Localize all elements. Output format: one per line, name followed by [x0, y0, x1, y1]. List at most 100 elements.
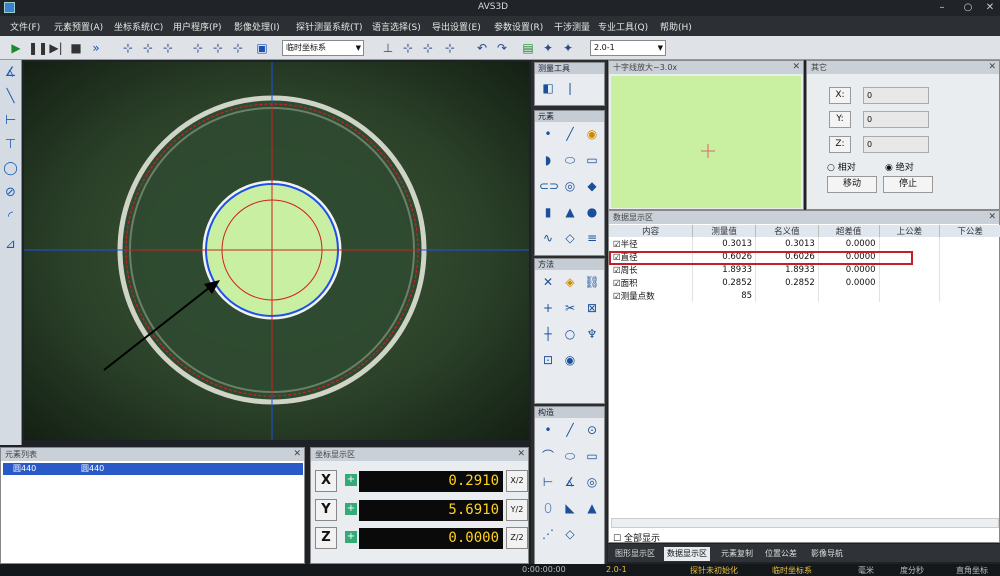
- menu-coord-system[interactable]: 坐标系统(C): [114, 20, 163, 33]
- coord-tool-icon-3[interactable]: ⊹: [160, 40, 176, 56]
- save-icon[interactable]: ▣: [254, 40, 270, 56]
- pause-icon[interactable]: ❚❚: [28, 40, 48, 56]
- align-icon-2[interactable]: ⊹: [400, 40, 416, 56]
- cross-point-icon[interactable]: ┼: [539, 325, 557, 343]
- cone-icon[interactable]: ▲: [561, 203, 579, 221]
- menu-export[interactable]: 导出设置(E): [432, 20, 481, 33]
- menu-user-program[interactable]: 用户程序(P): [173, 20, 221, 33]
- camera-viewport[interactable]: [24, 62, 529, 440]
- point-method-icon[interactable]: +: [539, 299, 557, 317]
- construct-ring-icon[interactable]: ◎: [583, 473, 601, 491]
- menu-probe-system[interactable]: 探针测量系统(T): [296, 20, 363, 33]
- image-tool-icon-2[interactable]: ✦: [560, 40, 576, 56]
- circle-icon[interactable]: ◉: [583, 125, 601, 143]
- close-icon[interactable]: ✕: [988, 211, 996, 224]
- construct-point-icon[interactable]: •: [539, 421, 557, 439]
- distance-icon[interactable]: ≡: [583, 229, 601, 247]
- coord-tool-icon-1[interactable]: ⊹: [120, 40, 136, 56]
- align-icon-1[interactable]: ⊥: [380, 40, 396, 56]
- maximize-icon[interactable]: ○: [960, 1, 976, 14]
- coord-tool-icon-2[interactable]: ⊹: [140, 40, 156, 56]
- close-icon[interactable]: ✕: [517, 448, 525, 461]
- z-input[interactable]: 0: [863, 136, 929, 153]
- relative-radio[interactable]: ○ 相对: [827, 160, 856, 173]
- target-icon[interactable]: ◉: [561, 351, 579, 369]
- x-axis-button[interactable]: X: [315, 470, 337, 492]
- construct-ellipse-icon[interactable]: ⬭: [561, 447, 579, 465]
- menu-interference[interactable]: 干涉测量: [554, 20, 590, 33]
- ring-icon[interactable]: ◎: [561, 177, 579, 195]
- coord-tool-icon-5[interactable]: ⊹: [210, 40, 226, 56]
- polygon-icon[interactable]: ◆: [583, 177, 601, 195]
- point-icon[interactable]: •: [539, 125, 557, 143]
- tab-graphics[interactable]: 图形显示区: [612, 547, 658, 561]
- tab-position-tolerance[interactable]: 位置公差: [762, 547, 800, 561]
- circle-method-icon[interactable]: ○: [561, 325, 579, 343]
- table-row[interactable]: ☑半径 0.3013 0.3013 0.0000: [609, 237, 1000, 250]
- table-row[interactable]: ☑测量点数 85: [609, 289, 1000, 302]
- coord-system-select[interactable]: 临时坐标系 ▼: [282, 40, 364, 56]
- checkbox[interactable]: ☑: [613, 279, 621, 289]
- construct-drop-icon[interactable]: ▲: [583, 499, 601, 517]
- menu-params[interactable]: 参数设置(R): [494, 20, 543, 33]
- tab-data[interactable]: 数据显示区: [664, 547, 710, 561]
- cut-method-icon[interactable]: ✂: [561, 299, 579, 317]
- triangle-tool-icon[interactable]: ⊿: [2, 236, 19, 254]
- coord-tool-icon-6[interactable]: ⊹: [230, 40, 246, 56]
- minimize-icon[interactable]: –: [934, 1, 950, 14]
- show-all-checkbox[interactable]: ☐ 全部显示: [613, 531, 660, 544]
- checkbox[interactable]: ☑: [613, 266, 621, 276]
- list-item[interactable]: 圆440 圆440: [3, 463, 303, 475]
- y-axis-button[interactable]: Y: [315, 499, 337, 521]
- box-method-icon[interactable]: ⊠: [583, 299, 601, 317]
- image-icon[interactable]: ▤: [520, 40, 536, 56]
- undo-icon[interactable]: ↶: [474, 40, 490, 56]
- align-icon-3[interactable]: ⊹: [420, 40, 436, 56]
- menu-help[interactable]: 帮助(H): [660, 20, 692, 33]
- line-tool-icon[interactable]: ╲: [2, 88, 19, 106]
- menu-element-preset[interactable]: 元素预置(A): [54, 20, 103, 33]
- sphere-icon[interactable]: ●: [583, 203, 601, 221]
- close-icon[interactable]: ✕: [982, 1, 998, 14]
- x-input[interactable]: 0: [863, 87, 929, 104]
- menu-pro-tools[interactable]: 专业工具(Q): [598, 20, 648, 33]
- coord-tool-icon-4[interactable]: ⊹: [190, 40, 206, 56]
- menu-image-process[interactable]: 影像处理(I): [234, 20, 280, 33]
- z-half-button[interactable]: Z/2: [506, 527, 528, 549]
- width-tool-icon[interactable]: ⊢: [2, 112, 19, 130]
- arc-icon[interactable]: ◗: [539, 151, 557, 169]
- cross-method-icon[interactable]: ✕: [539, 273, 557, 291]
- line-icon[interactable]: ╱: [561, 125, 579, 143]
- stop-icon[interactable]: ■: [68, 40, 84, 56]
- play-icon[interactable]: ▶: [8, 40, 24, 56]
- y-half-button[interactable]: Y/2: [506, 499, 528, 521]
- diameter-tool-icon[interactable]: ⊘: [2, 184, 19, 202]
- image-tool-icon-1[interactable]: ✦: [540, 40, 556, 56]
- cylinder-icon[interactable]: ▮: [539, 203, 557, 221]
- redo-icon[interactable]: ↷: [494, 40, 510, 56]
- align-icon-4[interactable]: ⊹: [442, 40, 458, 56]
- rectangle-icon[interactable]: ▭: [583, 151, 601, 169]
- construct-oval-icon[interactable]: ⬯: [539, 499, 557, 517]
- probe-icon[interactable]: ❘: [561, 79, 579, 97]
- angle-tool-icon[interactable]: ∡: [2, 64, 19, 82]
- ellipse-icon[interactable]: ⬭: [561, 151, 579, 169]
- tab-element-copy[interactable]: 元素复制: [718, 547, 756, 561]
- menu-file[interactable]: 文件(F): [10, 20, 40, 33]
- horizontal-scrollbar[interactable]: [611, 518, 999, 528]
- construct-angle-icon[interactable]: ∡: [561, 473, 579, 491]
- construct-circle-icon[interactable]: ⊙: [583, 421, 601, 439]
- close-icon[interactable]: ✕: [293, 448, 301, 461]
- construct-distance-icon[interactable]: ⊢: [539, 473, 557, 491]
- checkbox[interactable]: ☑: [613, 240, 621, 250]
- probe-method-icon[interactable]: ♆: [583, 325, 601, 343]
- fast-forward-icon[interactable]: »: [88, 40, 104, 56]
- diamond-method-icon[interactable]: ◈: [561, 273, 579, 291]
- chain-method-icon[interactable]: ⛓: [583, 273, 601, 291]
- focus-icon[interactable]: ⊡: [539, 351, 557, 369]
- y-input[interactable]: 0: [863, 111, 929, 128]
- x-half-button[interactable]: X/2: [506, 470, 528, 492]
- construct-dash-icon[interactable]: ⋰: [539, 525, 557, 543]
- table-row[interactable]: ☑面积 0.2852 0.2852 0.0000: [609, 276, 1000, 289]
- height-tool-icon[interactable]: ⊤: [2, 136, 19, 154]
